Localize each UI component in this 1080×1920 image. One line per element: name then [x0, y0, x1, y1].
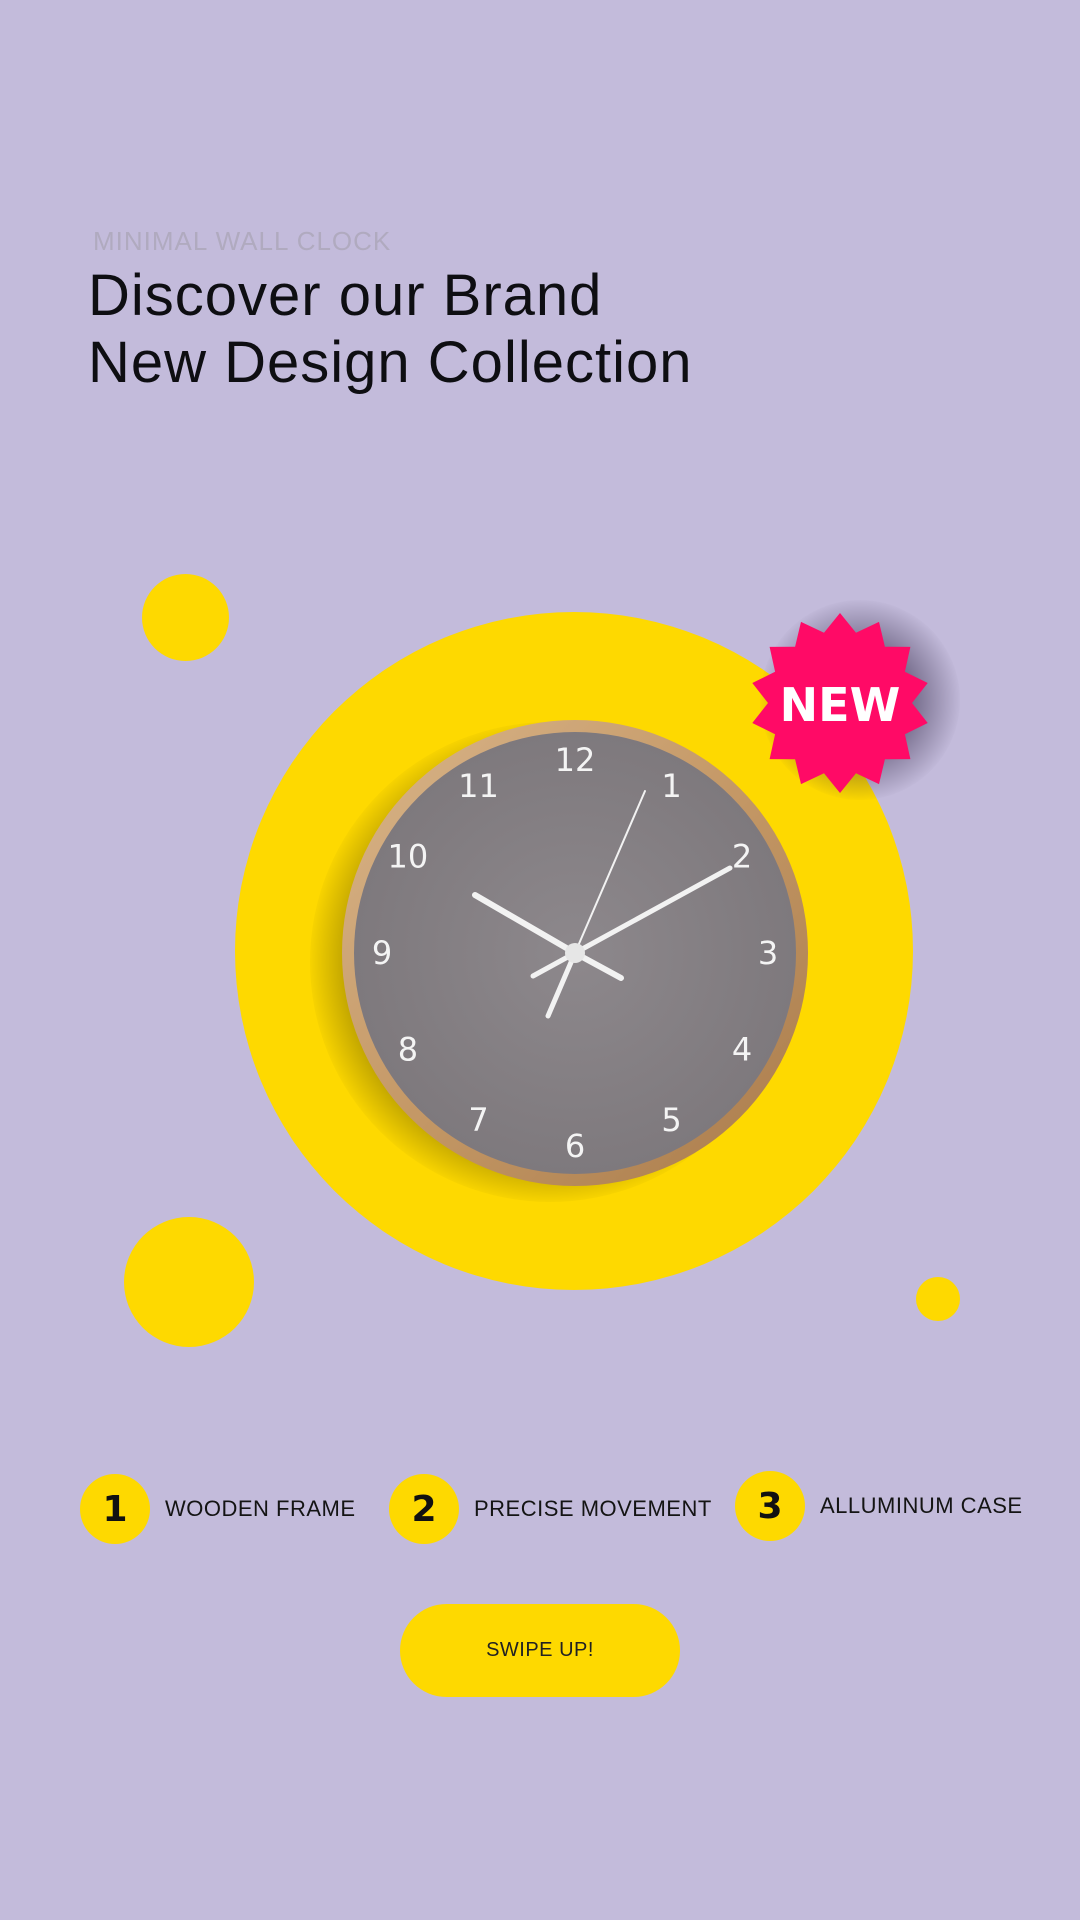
feature-alluminum-case: 3 ALLUMINUM CASE	[735, 1471, 1023, 1541]
clock-numeral: 10	[388, 838, 429, 876]
headline-line-2: New Design Collection	[88, 330, 693, 395]
feature-label: PRECISE MOVEMENT	[474, 1496, 712, 1521]
feature-label: WOODEN FRAME	[165, 1496, 356, 1521]
feature-wooden-frame: 1 WOODEN FRAME	[80, 1474, 356, 1544]
clock-numeral: 1	[661, 767, 681, 805]
clock-center-cap	[565, 943, 585, 963]
clock-numeral: 12	[555, 741, 596, 779]
clock-numeral: 11	[458, 767, 499, 805]
clock-numeral: 9	[372, 934, 392, 972]
feature-number-badge: 3	[735, 1471, 805, 1541]
feature-label: ALLUMINUM CASE	[820, 1493, 1023, 1518]
clock-numeral: 8	[398, 1031, 418, 1069]
new-badge: NEW	[752, 613, 928, 793]
swipe-up-button[interactable]: SWIPE UP!	[400, 1604, 680, 1697]
headline-line-1: Discover our Brand	[88, 263, 603, 328]
feature-number-badge: 1	[80, 1474, 150, 1544]
clock-numeral: 2	[732, 838, 752, 876]
feature-precise-movement: 2 PRECISE MOVEMENT	[389, 1474, 712, 1544]
clock-numeral: 4	[732, 1031, 752, 1069]
clock-numeral: 5	[661, 1101, 681, 1139]
decor-dot-small-right	[916, 1277, 960, 1321]
clock-numeral: 7	[468, 1101, 488, 1139]
decor-dot-top-left	[142, 574, 229, 661]
badge-label: NEW	[780, 678, 901, 732]
page-title: Discover our Brand New Design Collection	[88, 262, 692, 396]
clock-numeral: 3	[758, 934, 778, 972]
feature-number-badge: 2	[389, 1474, 459, 1544]
decor-dot-bottom-left	[124, 1217, 254, 1347]
clock-numeral: 6	[565, 1127, 585, 1165]
eyebrow-label: MINIMAL WALL CLOCK	[93, 226, 392, 256]
wall-clock: 121234567891011	[342, 720, 808, 1186]
